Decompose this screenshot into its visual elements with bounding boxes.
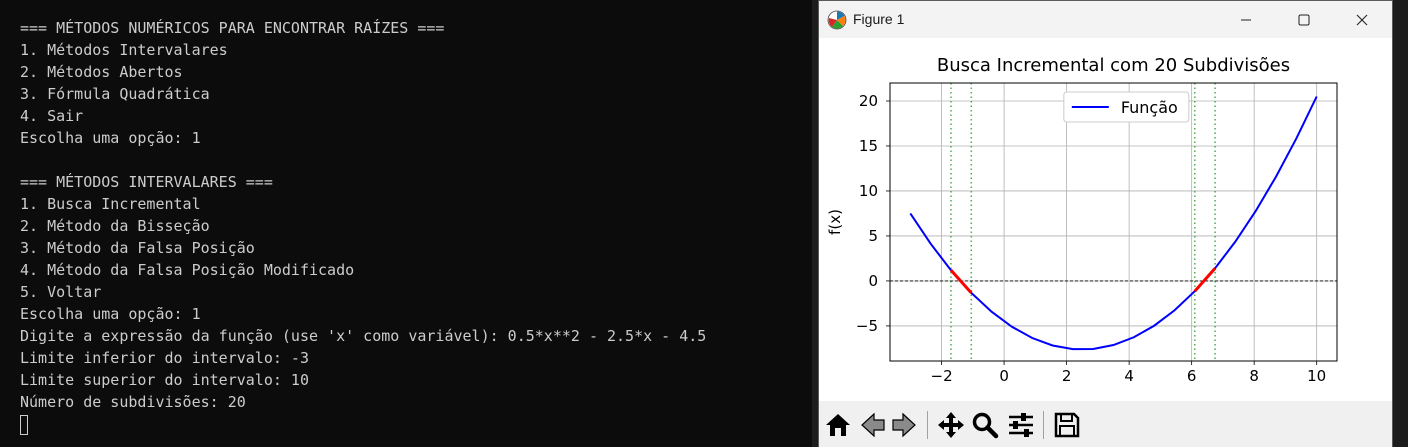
maximize-icon	[1298, 14, 1310, 25]
forward-arrow-icon	[892, 412, 916, 438]
terminal-line: 3. Método da Falsa Posição	[20, 239, 255, 257]
root-bracket-segment	[949, 269, 973, 294]
y-tick-label: 20	[859, 92, 878, 110]
close-button[interactable]	[1333, 1, 1391, 38]
terminal-line: 5. Voltar	[20, 283, 102, 301]
configure-subplots-button[interactable]	[1005, 409, 1037, 441]
maximize-button[interactable]	[1275, 1, 1333, 38]
terminal-line: 2. Métodos Abertos	[20, 63, 183, 81]
axes-frame	[889, 82, 1338, 362]
terminal-line: Escolha uma opção: 1	[20, 305, 201, 323]
x-tick-label: 6	[1187, 367, 1197, 385]
minimize-button[interactable]	[1217, 1, 1275, 38]
x-tick-label: 2	[1062, 367, 1072, 385]
terminal-prompt-line[interactable]	[20, 413, 706, 435]
toolbar-separator	[927, 411, 928, 439]
title-bar[interactable]: Figure 1	[819, 1, 1392, 38]
pan-move-icon	[938, 412, 964, 438]
back-button[interactable]	[856, 409, 888, 441]
terminal-line: 2. Método da Bisseção	[20, 217, 210, 235]
terminal-line: === MÉTODOS NUMÉRICOS PARA ENCONTRAR RAÍ…	[20, 19, 445, 37]
terminal-line: Escolha uma opção: 1	[20, 129, 201, 147]
navigation-toolbar	[819, 401, 1392, 447]
figure-window: Figure 1 −2 0 2 4 6 8 10 −5 0 5 10 15 20 Busca Incre…	[818, 0, 1393, 447]
home-icon	[826, 414, 850, 436]
text-cursor	[20, 414, 28, 435]
terminal-line: 4. Método da Falsa Posição Modificado	[20, 261, 355, 279]
terminal-line: 3. Fórmula Quadrática	[20, 85, 210, 103]
configure-subplots-icon	[1009, 413, 1033, 437]
terminal-line: 1. Busca Incremental	[20, 195, 201, 213]
x-tick-label: 0	[999, 367, 1009, 385]
terminal-line: 1. Métodos Intervalares	[20, 41, 228, 59]
window-title: Figure 1	[853, 11, 905, 27]
forward-button[interactable]	[889, 409, 921, 441]
y-tick-label: −5	[856, 317, 878, 335]
x-tick-label: 8	[1249, 367, 1259, 385]
terminal-panel[interactable]: === MÉTODOS NUMÉRICOS PARA ENCONTRAR RAÍ…	[0, 0, 812, 447]
toolbar-separator	[1043, 411, 1044, 439]
home-button[interactable]	[822, 409, 854, 441]
y-tick-label: 15	[859, 137, 878, 155]
terminal-line: Limite inferior do intervalo: -3	[20, 349, 309, 367]
chart-svg: −2 0 2 4 6 8 10 −5 0 5 10 15 20 Busca Incremental co…	[826, 55, 1338, 385]
chart-title: Busca Incremental com 20 Subdivisões	[937, 55, 1290, 76]
close-icon	[1356, 14, 1368, 25]
plot-area[interactable]: −2 0 2 4 6 8 10 −5 0 5 10 15 20 Busca Incremental co…	[819, 38, 1392, 400]
matplotlib-logo-icon	[827, 10, 847, 30]
y-tick-label: 5	[868, 227, 878, 245]
back-arrow-icon	[861, 412, 885, 438]
legend: Função	[1063, 91, 1190, 123]
terminal-line: 4. Sair	[20, 107, 84, 125]
x-tick-label: −2	[931, 367, 953, 385]
terminal-output: === MÉTODOS NUMÉRICOS PARA ENCONTRAR RAÍ…	[20, 17, 706, 435]
terminal-line: Digite a expressão da função (use 'x' co…	[20, 327, 707, 345]
y-tick-label: 0	[868, 272, 878, 290]
legend-label-funcao: Função	[1121, 98, 1178, 117]
x-tick-label: 10	[1307, 367, 1326, 385]
terminal-line: === MÉTODOS INTERVALARES ===	[20, 173, 273, 191]
terminal-line: Limite superior do intervalo: 10	[20, 371, 309, 389]
save-button[interactable]	[1051, 409, 1083, 441]
zoom-magnifier-icon	[972, 412, 999, 439]
minimize-icon	[1241, 19, 1251, 20]
root-bracket-segment	[1193, 267, 1217, 293]
save-floppy-icon	[1054, 412, 1080, 438]
zoom-button[interactable]	[969, 409, 1001, 441]
x-tick-label: 4	[1124, 367, 1134, 385]
y-axis-label: f(x)	[826, 209, 844, 235]
pan-button[interactable]	[935, 409, 967, 441]
terminal-line: Número de subdivisões: 20	[20, 393, 246, 411]
y-tick-label: 10	[859, 182, 878, 200]
